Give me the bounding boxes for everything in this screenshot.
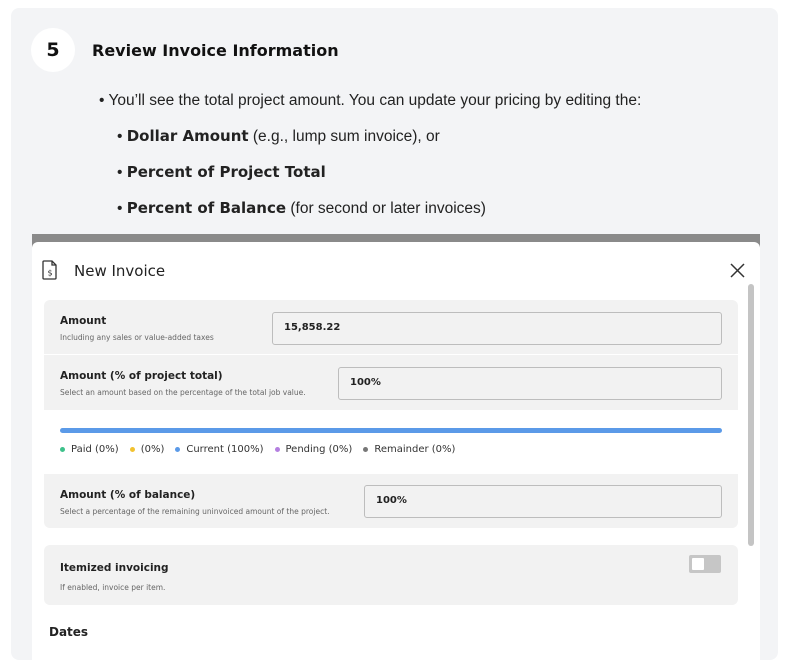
- modal-title: New Invoice: [74, 262, 166, 280]
- bullet-dollar-amount: • Dollar Amount (e.g., lump sum invoice)…: [117, 127, 440, 145]
- amount-label: Amount: [60, 315, 107, 327]
- itemized-invoicing-row: Itemized invoicing If enabled, invoice p…: [44, 545, 738, 605]
- legend-current: Current (100%): [175, 444, 264, 455]
- legend-paid-dot: [60, 447, 65, 452]
- legend-current-dot: [175, 447, 181, 452]
- amount-project-label: Amount (% of project total): [60, 370, 223, 382]
- bullet-percent-total: • Percent of Project Total: [117, 163, 326, 181]
- invoice-document-icon: $: [42, 260, 57, 280]
- legend-pending-label: Pending (0%): [285, 444, 353, 455]
- svg-text:$: $: [47, 269, 52, 278]
- legend-paid: Paid (0%): [60, 444, 119, 455]
- bullet-percent-balance-rest: (for second or later invoices): [286, 200, 486, 217]
- amount-row: Amount Including any sales or value-adde…: [44, 300, 738, 354]
- itemized-toggle[interactable]: [689, 555, 721, 573]
- legend-unlabeled-label: (0%): [140, 444, 165, 455]
- legend-remainder: Remainder (0%): [363, 444, 455, 455]
- invoice-progress-bar: [60, 428, 722, 433]
- step-title: Review Invoice Information: [92, 41, 339, 60]
- legend-remainder-label: Remainder (0%): [374, 444, 456, 455]
- invoice-progress-section: Paid (0%) (0%) Current (100%) Pending (0…: [44, 411, 738, 474]
- amount-balance-label: Amount (% of balance): [60, 489, 196, 501]
- bullet-percent-total-bold: Percent of Project Total: [126, 163, 326, 181]
- bullet-dollar-bold: Dollar Amount: [126, 127, 249, 145]
- modal-scrollbar[interactable]: [748, 284, 754, 546]
- bullet-percent-balance: • Percent of Balance (for second or late…: [117, 199, 486, 217]
- legend-remainder-dot: [363, 447, 369, 452]
- progress-legend: Paid (0%) (0%) Current (100%) Pending (0…: [60, 444, 455, 455]
- close-icon[interactable]: [730, 263, 745, 278]
- legend-current-label: Current (100%): [186, 444, 264, 455]
- legend-pending-dot: [274, 447, 280, 452]
- bullet-intro-text: You’ll see the total project amount. You…: [108, 92, 642, 109]
- amount-input[interactable]: 15,858.22: [272, 312, 722, 345]
- legend-paid-label: Paid (0%): [71, 444, 119, 455]
- modal-header: $ New Invoice: [32, 242, 760, 292]
- step-number-badge: 5: [31, 28, 75, 72]
- bullet-percent-balance-bold: Percent of Balance: [126, 199, 287, 217]
- embedded-screenshot: $ New Invoice Amount Including any sales…: [32, 234, 760, 660]
- dates-heading: Dates: [49, 625, 89, 639]
- legend-pending: Pending (0%): [274, 444, 353, 455]
- instruction-card: 5 Review Invoice Information • You’ll se…: [11, 8, 778, 660]
- amount-balance-hint: Select a percentage of the remaining uni…: [60, 507, 330, 516]
- bullet-dollar-rest: (e.g., lump sum invoice), or: [248, 128, 440, 145]
- amount-project-row: Amount (% of project total) Select an am…: [44, 355, 738, 410]
- legend-unlabeled-dot: [129, 447, 135, 452]
- amount-balance-row: Amount (% of balance) Select a percentag…: [44, 474, 738, 528]
- amount-project-input[interactable]: 100%: [338, 367, 722, 400]
- amount-hint: Including any sales or value-added taxes: [60, 333, 214, 342]
- itemized-toggle-knob: [692, 558, 704, 570]
- legend-unlabeled: (0%): [129, 444, 165, 455]
- amount-project-hint: Select an amount based on the percentage…: [60, 388, 306, 397]
- new-invoice-modal: $ New Invoice Amount Including any sales…: [32, 242, 760, 660]
- itemized-hint: If enabled, invoice per item.: [60, 583, 166, 592]
- amount-balance-input[interactable]: 100%: [364, 485, 722, 518]
- bullet-intro: • You’ll see the total project amount. Y…: [99, 92, 642, 109]
- itemized-label: Itemized invoicing: [60, 562, 169, 574]
